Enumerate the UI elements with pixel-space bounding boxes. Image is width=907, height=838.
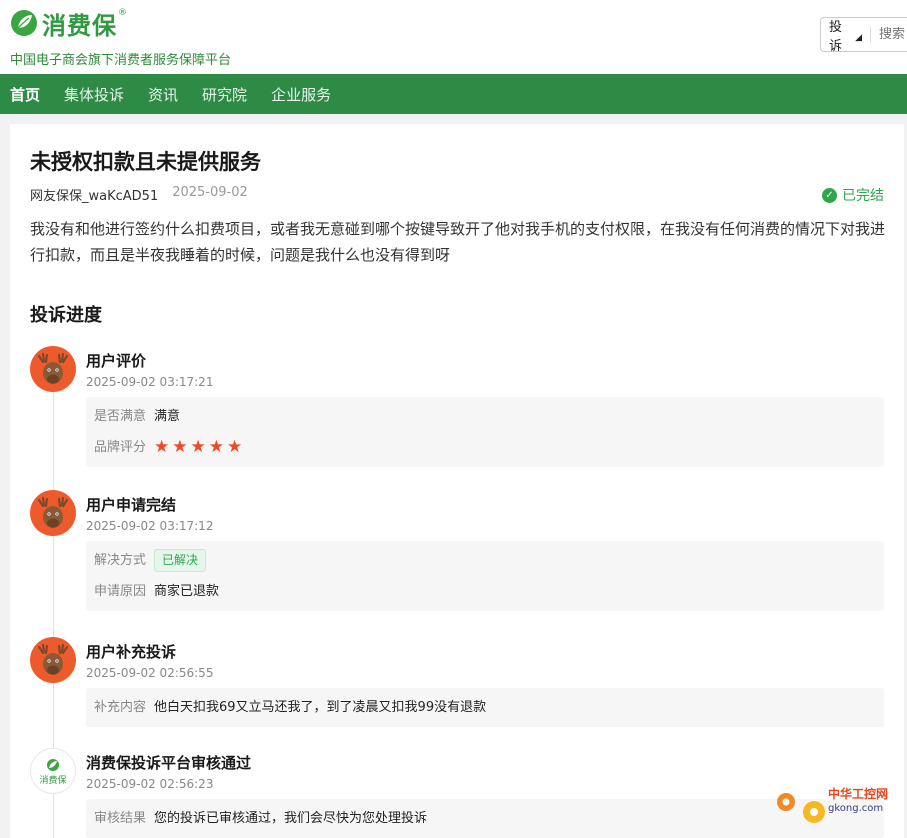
- detail-row: 品牌评分 ★ ★ ★ ★ ★: [94, 432, 876, 463]
- detail-value: 您的投诉已审核通过，我们会尽快为您处理投诉: [154, 811, 428, 826]
- gear-icon: [777, 793, 825, 823]
- platform-avatar: 消费保: [30, 748, 76, 794]
- search-box: 投诉 ◢: [820, 16, 907, 54]
- detail-value: 满意: [154, 409, 181, 424]
- check-circle-icon: ✓: [822, 187, 837, 203]
- complaint-meta: 网友保保_waKcAD51 2025-09-02: [30, 185, 248, 204]
- star-icon: ★: [208, 437, 225, 457]
- complaint-date: 2025-09-02: [172, 185, 248, 200]
- timeline-title: 用户补充投诉: [86, 643, 177, 661]
- detail-label: 品牌评分: [94, 440, 147, 455]
- brand-rating-stars: ★ ★ ★ ★ ★: [154, 432, 242, 463]
- leaf-logo-icon: [11, 10, 37, 36]
- complaint-author[interactable]: 网友保保_waKcAD51: [30, 185, 158, 204]
- detail-row: 审核结果 您的投诉已审核通过，我们会尽快为您处理投诉: [94, 803, 876, 834]
- detail-row: 解决方式 已解决: [94, 545, 876, 576]
- search-input[interactable]: [879, 27, 907, 42]
- timeline-time: 2025-09-02 02:56:55: [86, 666, 214, 680]
- watermark-text: 中华工控网: [828, 786, 888, 801]
- detail-value: 他白天扣我69又立马还我了，到了凌晨又扣我99没有退款: [154, 700, 487, 715]
- complaint-card: 未授权扣款且未提供服务 网友保保_waKcAD51 2025-09-02 ✓ 已…: [10, 124, 904, 838]
- gkong-watermark: 中华工控网 gkong.com: [777, 786, 888, 823]
- main-nav: 首页 集体投诉 资讯 研究院 企业服务: [0, 74, 907, 114]
- brand-name: 消费保: [42, 11, 117, 40]
- platform-avatar-text: 消费保: [39, 774, 66, 786]
- star-icon: ★: [154, 437, 170, 457]
- detail-label: 申请原因: [94, 584, 147, 599]
- resolved-tag: 已解决: [154, 549, 207, 572]
- status-text: 已完结: [842, 188, 884, 204]
- detail-label: 是否满意: [94, 409, 147, 424]
- nav-item-home[interactable]: 首页: [10, 84, 40, 105]
- caret-down-icon[interactable]: ◢: [855, 33, 862, 43]
- search-type-select[interactable]: 投诉: [829, 16, 854, 54]
- star-icon: ★: [227, 437, 243, 457]
- nav-item-research[interactable]: 研究院: [202, 84, 247, 105]
- timeline-time: 2025-09-02 03:17:21: [86, 375, 214, 389]
- timeline-time: 2025-09-02 03:17:12: [86, 519, 214, 533]
- timeline-detail-box: 补充内容 他白天扣我69又立马还我了，到了凌晨又扣我99没有退款: [86, 688, 884, 727]
- timeline-title: 用户评价: [86, 352, 147, 370]
- moose-avatar-icon: [37, 496, 69, 528]
- detail-label: 审核结果: [94, 811, 147, 826]
- site-logo[interactable]: 消费保 ®: [10, 6, 127, 40]
- detail-row: 申请原因 商家已退款: [94, 576, 876, 607]
- complaint-title: 未授权扣款且未提供服务: [30, 150, 261, 174]
- user-avatar: [30, 346, 76, 392]
- detail-label: 补充内容: [94, 700, 147, 715]
- user-avatar: [30, 490, 76, 536]
- nav-item-group-complaint[interactable]: 集体投诉: [64, 84, 124, 105]
- moose-avatar-icon: [37, 643, 69, 675]
- complaint-description: 我没有和他进行签约什么扣费项目，或者我无意碰到哪个按键导致开了他对我手机的支付权…: [30, 220, 886, 264]
- detail-row: 补充内容 他白天扣我69又立马还我了，到了凌晨又扣我99没有退款: [94, 692, 876, 723]
- progress-section-title: 投诉进度: [30, 305, 102, 326]
- xiaofeibao-logo-icon: 消费保: [39, 759, 67, 786]
- detail-row: 是否满意 满意: [94, 401, 876, 432]
- site-header: 消费保 ® 中国电子商会旗下消费者服务保障平台 投诉 ◢: [0, 0, 907, 74]
- detail-label: 解决方式: [94, 553, 147, 568]
- detail-value: 商家已退款: [154, 584, 220, 599]
- timeline-title: 用户申请完结: [86, 496, 177, 514]
- registered-mark: ®: [118, 8, 127, 18]
- timeline-detail-box: 解决方式 已解决 申请原因 商家已退款: [86, 541, 884, 611]
- moose-avatar-icon: [37, 352, 69, 384]
- star-icon: ★: [172, 437, 188, 457]
- star-icon: ★: [190, 437, 206, 457]
- nav-item-news[interactable]: 资讯: [148, 84, 178, 105]
- timeline-time: 2025-09-02 02:56:23: [86, 777, 214, 791]
- nav-item-enterprise[interactable]: 企业服务: [271, 84, 331, 105]
- status-badge: ✓ 已完结: [822, 185, 884, 205]
- search-divider: [870, 26, 871, 43]
- timeline-title: 消费保投诉平台审核通过: [86, 754, 252, 772]
- timeline-detail-box: 审核结果 您的投诉已审核通过，我们会尽快为您处理投诉: [86, 799, 884, 838]
- timeline-detail-box: 是否满意 满意 品牌评分 ★ ★ ★ ★ ★: [86, 397, 884, 467]
- user-avatar: [30, 637, 76, 683]
- watermark-domain: gkong.com: [828, 803, 883, 814]
- site-slogan: 中国电子商会旗下消费者服务保障平台: [10, 53, 232, 68]
